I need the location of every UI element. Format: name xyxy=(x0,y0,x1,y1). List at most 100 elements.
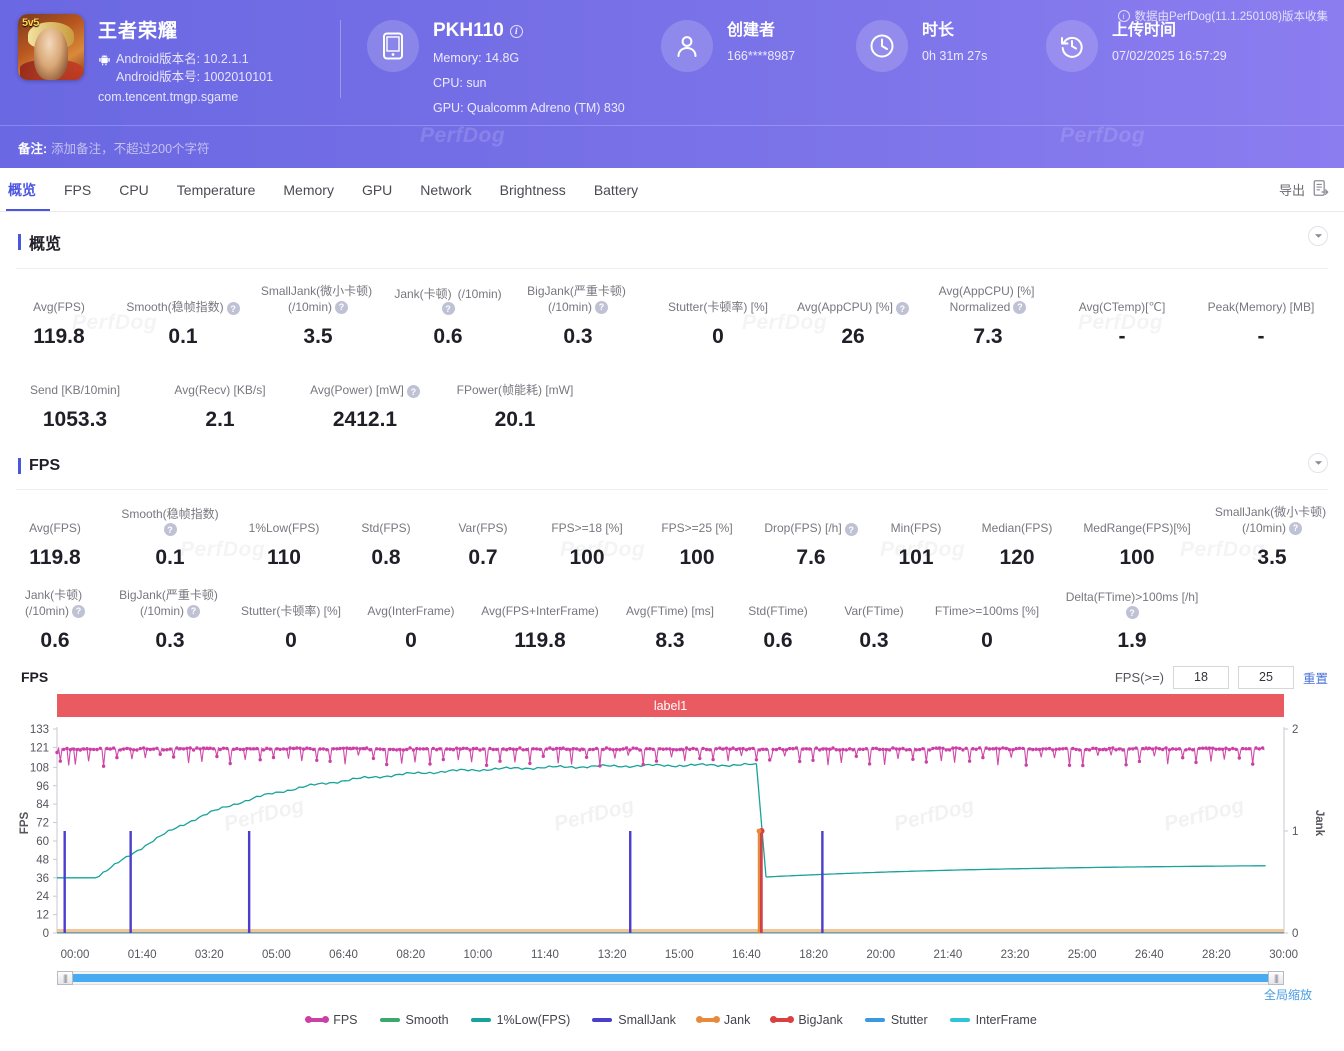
legend-item-jank[interactable]: Jank xyxy=(698,1013,750,1027)
x-tick-label: 26:40 xyxy=(1135,949,1164,961)
tab-memory[interactable]: Memory xyxy=(269,168,348,212)
legend-item-1-low-fps-[interactable]: 1%Low(FPS) xyxy=(471,1013,571,1027)
help-icon[interactable]: ? xyxy=(335,301,348,314)
tab-概览[interactable]: 概览 xyxy=(0,168,50,212)
metric-row: Send [KB/10min]1053.3Avg(Recv) [KB/s]2.1… xyxy=(0,366,1344,433)
collapse-fps-button[interactable] xyxy=(1308,453,1328,473)
svg-text:121: 121 xyxy=(30,742,49,754)
chart-plot-area[interactable]: FPS Jank 01224364860728496108121133012Pe… xyxy=(16,721,1328,947)
metric-value: 0 xyxy=(654,324,782,350)
metric-cell: 1%Low(FPS)110 xyxy=(230,504,338,571)
info-icon: i xyxy=(1118,10,1130,22)
tab-label: GPU xyxy=(362,182,392,198)
help-icon[interactable]: ? xyxy=(1289,522,1302,535)
tab-label: Brightness xyxy=(500,182,566,198)
legend-item-bigjank[interactable]: BigJank xyxy=(772,1013,842,1027)
metric-cell: Avg(FPS)119.8 xyxy=(0,504,110,571)
metric-label: Avg(AppCPU) [%]Normalized? xyxy=(924,283,1052,315)
tab-gpu[interactable]: GPU xyxy=(348,168,406,212)
overview-metrics: PerfDog PerfDog PerfDog Avg(FPS)119.8Smo… xyxy=(0,269,1344,439)
metric-value: 0.1 xyxy=(124,324,242,350)
help-icon[interactable]: ? xyxy=(595,301,608,314)
x-tick-label: 20:00 xyxy=(866,949,895,961)
range-handle-right[interactable]: ||| xyxy=(1268,971,1284,985)
legend-label: InterFrame xyxy=(976,1013,1037,1027)
chart-legend: FPS Smooth 1%Low(FPS) SmallJank Jank BigJank S… xyxy=(16,1013,1328,1027)
help-icon[interactable]: ? xyxy=(72,605,85,618)
fps-threshold-input-2[interactable] xyxy=(1238,666,1294,689)
metric-cell: Jank(卡顿)(/10min)?0.6 xyxy=(0,587,110,654)
tab-temperature[interactable]: Temperature xyxy=(163,168,270,212)
x-tick-label: 16:40 xyxy=(732,949,761,961)
device-model: PKH110 xyxy=(433,20,504,42)
tab-fps[interactable]: FPS xyxy=(50,168,105,212)
metric-cell: BigJank(严重卡顿)(/10min)?0.3 xyxy=(508,283,648,350)
metric-value: 0.6 xyxy=(6,628,104,654)
svg-text:PerfDog: PerfDog xyxy=(222,794,307,836)
help-icon[interactable]: ? xyxy=(407,385,420,398)
metric-label: Stutter(卡顿率) [%] xyxy=(236,587,346,619)
metric-label: Avg(InterFrame) xyxy=(358,587,464,619)
fps-threshold-input-1[interactable] xyxy=(1173,666,1229,689)
help-icon[interactable]: ? xyxy=(845,523,858,536)
info-icon[interactable]: i xyxy=(510,25,523,38)
duration-value: 0h 31m 27s xyxy=(922,48,987,65)
legend-swatch xyxy=(380,1018,400,1022)
global-zoom-link[interactable]: 全局缩放 xyxy=(1264,986,1312,1003)
tab-network[interactable]: Network xyxy=(406,168,485,212)
device-info: PKH110 i Memory: 14.8G CPU: sun GPU: Qua… xyxy=(341,0,641,117)
legend-item-smooth[interactable]: Smooth xyxy=(380,1013,449,1027)
metric-label: Avg(CTemp)[℃] xyxy=(1064,283,1180,315)
metric-cell: Smooth(稳帧指数)?0.1 xyxy=(110,504,230,571)
metric-label: Jank(卡顿)(/10min)? xyxy=(394,286,502,315)
legend-swatch xyxy=(471,1018,491,1022)
upload-value: 07/02/2025 16:57:29 xyxy=(1112,48,1227,65)
tab-battery[interactable]: Battery xyxy=(580,168,652,212)
range-handle-left[interactable]: ||| xyxy=(57,971,73,985)
metric-label: Smooth(稳帧指数)? xyxy=(124,283,242,315)
metric-cell: Var(FPS)0.7 xyxy=(434,504,532,571)
legend-item-smalljank[interactable]: SmallJank xyxy=(592,1013,676,1027)
tab-cpu[interactable]: CPU xyxy=(105,168,163,212)
help-icon[interactable]: ? xyxy=(1126,606,1139,619)
app-name: 王者荣耀 xyxy=(98,16,273,43)
help-icon[interactable]: ? xyxy=(442,302,455,315)
overview-section: 概览 PerfDog PerfDog PerfDog Avg(FPS)119.8… xyxy=(0,212,1344,439)
help-icon[interactable]: ? xyxy=(227,302,240,315)
help-icon[interactable]: ? xyxy=(896,302,909,315)
svg-text:0: 0 xyxy=(43,928,49,940)
tab-brightness[interactable]: Brightness xyxy=(486,168,580,212)
collapse-overview-button[interactable] xyxy=(1308,226,1328,246)
overview-section-header: 概览 xyxy=(0,212,1344,254)
chart-label-band[interactable]: label1 xyxy=(57,694,1284,717)
help-icon[interactable]: ? xyxy=(1013,301,1026,314)
metric-label: Avg(AppCPU) [%]? xyxy=(794,283,912,315)
main-tabbar: 概览FPSCPUTemperatureMemory GPU Network Brigh… xyxy=(0,168,1344,212)
device-gpu: GPU: Qualcomm Adreno (TM) 830 xyxy=(433,100,625,117)
x-tick-label: 05:00 xyxy=(262,949,291,961)
help-icon[interactable]: ? xyxy=(164,523,177,536)
legend-item-fps[interactable]: FPS xyxy=(307,1013,357,1027)
metric-label: SmallJank(微小卡顿)(/10min)? xyxy=(254,283,382,315)
export-button[interactable]: 导出 xyxy=(1279,179,1330,200)
reset-button[interactable]: 重置 xyxy=(1303,668,1328,687)
help-icon[interactable]: ? xyxy=(187,605,200,618)
x-tick-label: 28:20 xyxy=(1202,949,1231,961)
version-note-text: 数据由PerfDog(11.1.250108)版本收集 xyxy=(1135,8,1328,24)
svg-text:12: 12 xyxy=(36,910,49,922)
x-tick-label: 11:40 xyxy=(531,949,559,961)
chart-range-scrollbar[interactable]: ||| ||| xyxy=(57,971,1284,985)
legend-label: SmallJank xyxy=(618,1013,676,1027)
legend-swatch xyxy=(950,1018,970,1022)
metric-cell: Median(FPS)120 xyxy=(962,504,1072,571)
note-placeholder[interactable]: 添加备注，不超过200个字符 xyxy=(51,138,209,157)
device-memory: Memory: 14.8G xyxy=(433,50,625,67)
metric-value: 0 xyxy=(928,628,1046,654)
note-row[interactable]: 备注: 添加备注，不超过200个字符 xyxy=(0,125,1344,168)
metric-value: 119.8 xyxy=(6,324,112,350)
metric-value: - xyxy=(1192,324,1330,350)
legend-item-stutter[interactable]: Stutter xyxy=(865,1013,928,1027)
tab-label: Network xyxy=(420,182,471,198)
metric-value: - xyxy=(1064,324,1180,350)
legend-item-interframe[interactable]: InterFrame xyxy=(950,1013,1037,1027)
